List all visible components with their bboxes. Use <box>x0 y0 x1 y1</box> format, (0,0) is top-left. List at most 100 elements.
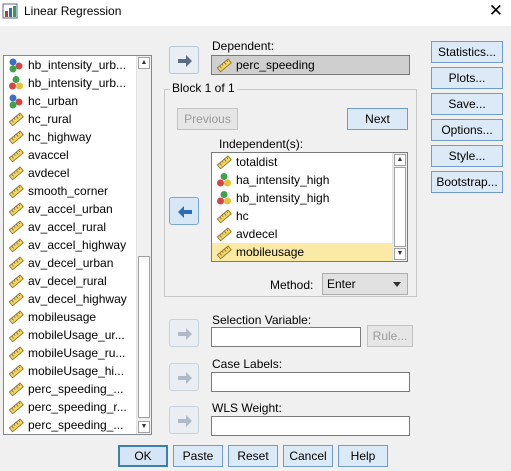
statistics-button[interactable]: Statistics... <box>431 41 503 63</box>
list-item-label: mobileUsage_hi... <box>28 364 125 378</box>
selection-variable-field[interactable] <box>211 327 361 347</box>
previous-button[interactable]: Previous <box>177 108 238 130</box>
variable-list-scrollbar[interactable]: ▲ ▼ <box>136 56 151 434</box>
arrow-right-icon <box>178 328 192 340</box>
scroll-up-button[interactable]: ▲ <box>138 57 150 69</box>
scroll-down-button[interactable]: ▼ <box>138 421 150 433</box>
arrow-right-icon <box>178 372 192 384</box>
list-item-label: mobileusage <box>236 245 305 259</box>
list-item[interactable]: hb_intensity_high <box>212 189 392 207</box>
list-item[interactable]: avaccel <box>4 146 136 164</box>
reset-button[interactable]: Reset <box>228 445 278 467</box>
method-label: Method: <box>270 278 314 292</box>
dependent-field[interactable]: perc_speeding <box>211 55 410 75</box>
list-item[interactable]: av_accel_highway <box>4 236 136 254</box>
list-item[interactable]: perc_speeding_... <box>4 416 136 434</box>
rule-button[interactable]: Rule... <box>367 325 413 347</box>
list-item[interactable]: perc_speeding_... <box>4 380 136 398</box>
list-item-label: perc_speeding_... <box>28 382 124 396</box>
scale-icon <box>8 309 24 325</box>
scroll-thumb[interactable] <box>394 167 406 247</box>
paste-button[interactable]: Paste <box>173 445 223 467</box>
list-item[interactable]: hc_urban <box>4 92 136 110</box>
list-item[interactable]: hb_intensity_urb... <box>4 56 136 74</box>
cancel-button[interactable]: Cancel <box>283 445 333 467</box>
list-item-label: perc_speeding_r... <box>28 400 127 414</box>
list-item[interactable]: mobileUsage_ru... <box>4 344 136 362</box>
style-button[interactable]: Style... <box>431 145 503 167</box>
case-labels-label: Case Labels: <box>212 357 283 371</box>
window-title: Linear Regression <box>24 4 122 18</box>
list-item[interactable]: avdecel <box>4 164 136 182</box>
list-item-label: av_accel_urban <box>28 202 113 216</box>
scale-icon <box>8 381 24 397</box>
scale-icon <box>8 327 24 343</box>
list-item[interactable]: av_accel_rural <box>4 218 136 236</box>
list-item[interactable]: perc_speeding_r... <box>4 398 136 416</box>
list-item[interactable]: hc <box>212 207 392 225</box>
scale-icon <box>8 201 24 217</box>
move-to-independents-button[interactable] <box>169 197 199 225</box>
wls-weight-field[interactable] <box>211 416 410 436</box>
next-button[interactable]: Next <box>347 108 408 130</box>
wls-weight-label: WLS Weight: <box>212 401 282 415</box>
list-item-label: mobileUsage_ur... <box>28 328 125 342</box>
list-item[interactable]: mobileUsage_hi... <box>4 362 136 380</box>
list-item[interactable]: avdecel <box>212 225 392 243</box>
list-item[interactable]: hc_highway <box>4 128 136 146</box>
arrow-right-icon <box>178 55 192 67</box>
save-button[interactable]: Save... <box>431 93 503 115</box>
scale-icon <box>216 57 232 73</box>
ordinal-icon <box>216 172 232 188</box>
list-item[interactable]: hc_rural <box>4 110 136 128</box>
list-item[interactable]: av_decel_urban <box>4 254 136 272</box>
list-item[interactable]: av_decel_rural <box>4 272 136 290</box>
list-item[interactable]: mobileUsage_ur... <box>4 326 136 344</box>
scroll-up-button[interactable]: ▲ <box>394 154 406 166</box>
bootstrap-button[interactable]: Bootstrap... <box>431 171 503 193</box>
scale-icon <box>8 129 24 145</box>
case-labels-field[interactable] <box>211 372 410 392</box>
list-item[interactable]: hb_intensity_urb... <box>4 74 136 92</box>
help-button[interactable]: Help <box>338 445 388 467</box>
plots-button[interactable]: Plots... <box>431 67 503 89</box>
list-item[interactable]: av_decel_highway <box>4 290 136 308</box>
list-item[interactable]: totaldist <box>212 153 392 171</box>
scale-icon <box>8 291 24 307</box>
variable-list[interactable]: hb_intensity_urb... hb_intensity_urb... hc… <box>3 55 152 435</box>
dependent-label: Dependent: <box>212 39 275 53</box>
independents-scrollbar[interactable]: ▲ ▼ <box>392 153 407 261</box>
close-icon[interactable]: ✕ <box>489 1 503 21</box>
method-value: Enter <box>327 277 356 291</box>
move-to-wls-weight-button[interactable] <box>169 406 199 434</box>
list-item[interactable]: mobileusage <box>4 308 136 326</box>
dependent-value: perc_speeding <box>236 58 315 72</box>
list-item-label: perc_speeding_... <box>28 418 124 432</box>
list-item-label: hc_rural <box>28 112 72 126</box>
list-item-label: hc <box>236 209 249 223</box>
scale-icon <box>8 417 24 433</box>
list-item-label: avdecel <box>236 227 278 241</box>
move-to-selection-button[interactable] <box>169 319 199 347</box>
list-item[interactable]: ha_intensity_high <box>212 171 392 189</box>
selection-variable-label: Selection Variable: <box>212 313 312 327</box>
scale-icon <box>8 255 24 271</box>
list-item-label: mobileUsage_ru... <box>28 346 126 360</box>
ordinal-icon <box>216 190 232 206</box>
ok-button[interactable]: OK <box>118 445 168 467</box>
scale-icon <box>8 399 24 415</box>
list-item[interactable]: smooth_corner <box>4 182 136 200</box>
move-to-dependent-button[interactable] <box>169 46 199 74</box>
list-item-label: av_accel_rural <box>28 220 107 234</box>
app-icon <box>2 3 18 19</box>
list-item[interactable]: mobileusage <box>212 243 392 261</box>
independents-list[interactable]: totaldist ha_intensity_high hb_intensity_h… <box>211 152 408 262</box>
scale-icon <box>8 273 24 289</box>
method-select[interactable]: Enter <box>322 273 408 295</box>
list-item-label: av_decel_highway <box>28 292 127 306</box>
scroll-thumb[interactable] <box>138 256 150 418</box>
scroll-down-button[interactable]: ▼ <box>394 248 406 260</box>
options-button[interactable]: Options... <box>431 119 503 141</box>
list-item[interactable]: av_accel_urban <box>4 200 136 218</box>
move-to-case-labels-button[interactable] <box>169 363 199 391</box>
